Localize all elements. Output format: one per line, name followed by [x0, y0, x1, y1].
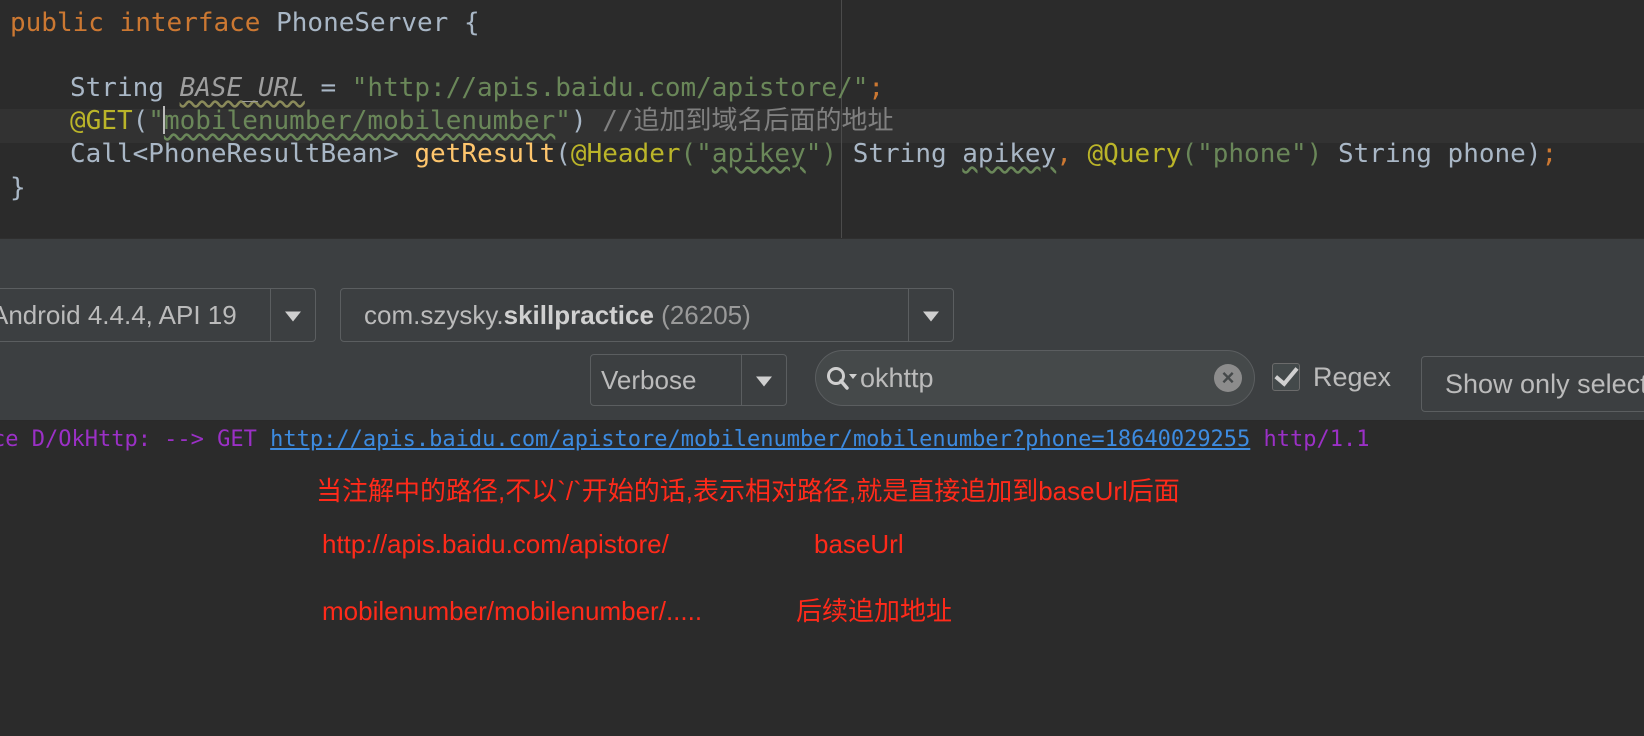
device-dropdown-label: Android 4.4.4, API 19: [0, 300, 237, 330]
log-entry: ce D/OkHttp: --> GET http://apis.baidu.c…: [0, 427, 1370, 452]
tool-window-separator: [0, 238, 1644, 286]
process-dropdown-label: com.szysky.skillpractice (26205): [364, 300, 751, 330]
annotation-base-url-label: baseUrl: [814, 529, 904, 559]
search-query-text: okhttp: [860, 363, 934, 393]
log-level-label: Verbose: [601, 365, 697, 395]
annotation-relative-path: mobilenumber/mobilenumber/.....: [322, 596, 703, 626]
search-icon[interactable]: [826, 365, 860, 391]
code-line-3: String BASE_URL = "http://apis.baidu.com…: [70, 73, 884, 103]
logcat-device-toolbar: Android 4.4.4, API 19 com.szysky.skillpr…: [0, 284, 1644, 342]
process-dropdown[interactable]: com.szysky.skillpractice (26205): [340, 288, 954, 342]
regex-label: Regex: [1313, 362, 1392, 392]
clear-search-icon[interactable]: ×: [1214, 364, 1242, 392]
app-filter-dropdown[interactable]: Show only selected application: [1421, 356, 1644, 412]
app-filter-label: Show only selected application: [1445, 369, 1644, 399]
annotation-note-1: 当注解中的路径,不以`/`开始的话,表示相对路径,就是直接追加到baseUrl后…: [316, 476, 1180, 506]
annotation-relative-path-label: 后续追加地址: [796, 596, 953, 626]
chevron-down-icon[interactable]: [741, 355, 786, 405]
logcat-search-input[interactable]: okhttp ×: [815, 350, 1255, 406]
code-line-6: }: [10, 173, 26, 203]
chevron-down-icon[interactable]: [908, 289, 953, 341]
code-line-5: Call<PhoneResultBean> getResult(@Header(…: [70, 139, 1558, 169]
log-url-link[interactable]: http://apis.baidu.com/apistore/mobilenum…: [270, 427, 1250, 452]
annotation-base-url: http://apis.baidu.com/apistore/: [322, 529, 669, 559]
chevron-down-icon[interactable]: [270, 289, 315, 341]
code-line-4: @GET("mobilenumber/mobilenumber") //追加到域…: [70, 106, 894, 136]
code-editor[interactable]: public interface PhoneServer { String BA…: [0, 0, 1644, 238]
device-dropdown[interactable]: Android 4.4.4, API 19: [0, 288, 316, 342]
log-level-dropdown[interactable]: Verbose: [590, 354, 787, 406]
regex-checkbox[interactable]: [1272, 363, 1300, 391]
logcat-output[interactable]: ce D/OkHttp: --> GET http://apis.baidu.c…: [0, 421, 1644, 736]
code-line-1: public interface PhoneServer {: [10, 8, 480, 38]
